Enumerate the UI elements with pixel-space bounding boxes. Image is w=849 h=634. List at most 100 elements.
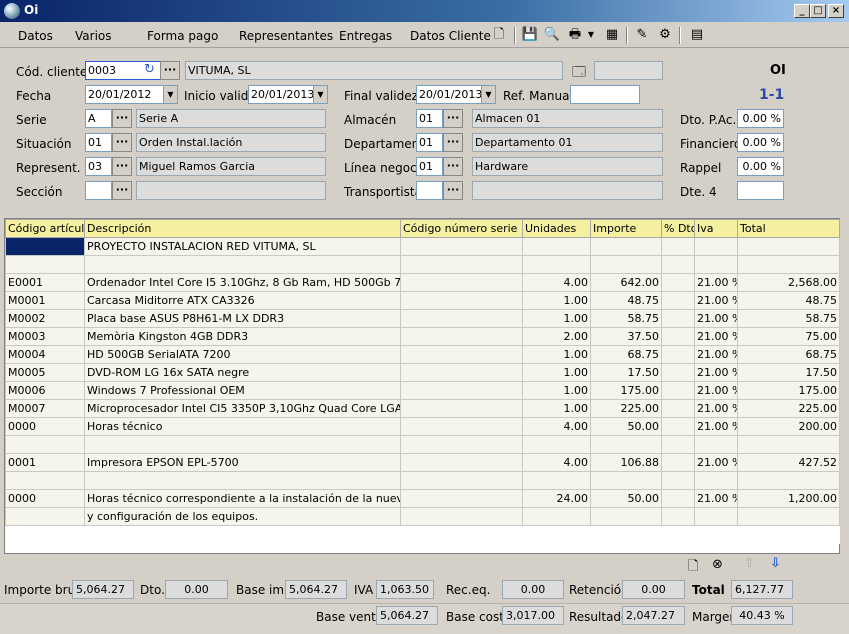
table-cell[interactable]: [522, 507, 591, 526]
table-cell[interactable]: [737, 507, 840, 526]
excel-export-icon[interactable]: ▦: [603, 27, 621, 43]
arrow-up-icon[interactable]: ⇧: [744, 556, 755, 571]
column-header[interactable]: Unidades: [522, 219, 591, 238]
table-row[interactable]: [5, 471, 840, 490]
table-row[interactable]: M0006 Windows 7 Professional OEM 1.00 175.0…: [5, 381, 840, 400]
table-cell[interactable]: [737, 435, 840, 454]
situacion-lookup-button[interactable]: ···: [112, 133, 132, 152]
menu-representantes[interactable]: Representantes: [239, 29, 333, 43]
table-row[interactable]: [5, 525, 840, 544]
table-cell[interactable]: [661, 381, 695, 400]
table-cell[interactable]: 175.00: [737, 381, 840, 400]
table-cell[interactable]: 48.75: [737, 291, 840, 310]
table-cell[interactable]: 225.00: [737, 399, 840, 418]
table-cell[interactable]: M0003: [5, 327, 85, 346]
table-cell[interactable]: 1.00: [522, 309, 591, 328]
dte4-input[interactable]: [737, 181, 784, 200]
table-cell[interactable]: [661, 291, 695, 310]
table-cell[interactable]: [661, 471, 695, 490]
table-cell[interactable]: [590, 471, 662, 490]
table-row[interactable]: M0002 Placa base ASUS P8H61-M LX DDR3 1.00…: [5, 309, 840, 328]
table-cell[interactable]: [84, 435, 401, 454]
table-cell[interactable]: M0007: [5, 399, 85, 418]
table-cell[interactable]: [694, 525, 738, 544]
table-row[interactable]: M0007 Microprocesador Intel CI5 3350P 3,1…: [5, 399, 840, 418]
table-cell[interactable]: 58.75: [737, 309, 840, 328]
table-cell[interactable]: 21.00 %: [694, 381, 738, 400]
table-cell[interactable]: [590, 237, 662, 256]
situacion-input[interactable]: 01: [85, 133, 112, 152]
table-cell[interactable]: [661, 309, 695, 328]
table-cell[interactable]: [694, 471, 738, 490]
table-cell[interactable]: 24.00: [522, 489, 591, 508]
table-cell[interactable]: [590, 525, 662, 544]
table-cell[interactable]: M0002: [5, 309, 85, 328]
table-row[interactable]: [5, 255, 840, 274]
dto-pac-input[interactable]: 0.00 %: [737, 109, 784, 128]
table-cell[interactable]: [737, 237, 840, 256]
table-cell[interactable]: 58.75: [590, 309, 662, 328]
table-cell[interactable]: 0000: [5, 489, 85, 508]
represent-input[interactable]: 03: [85, 157, 112, 176]
table-cell[interactable]: [5, 435, 85, 454]
departamento-input[interactable]: 01: [416, 133, 443, 152]
table-cell[interactable]: M0006: [5, 381, 85, 400]
table-cell[interactable]: Windows 7 Professional OEM: [84, 381, 401, 400]
table-cell[interactable]: Impresora EPSON EPL-5700: [84, 453, 401, 472]
new-document-icon[interactable]: 🗋: [490, 27, 508, 43]
table-cell[interactable]: [661, 417, 695, 436]
table-cell[interactable]: [590, 507, 662, 526]
table-cell[interactable]: M0004: [5, 345, 85, 364]
chevron-down-icon[interactable]: ▼: [163, 86, 177, 103]
table-row[interactable]: M0003 Memòria Kingston 4GB DDR3 2.00 37.50 2…: [5, 327, 840, 346]
column-header[interactable]: Total: [737, 219, 840, 238]
table-cell[interactable]: 0001: [5, 453, 85, 472]
table-cell[interactable]: 21.00 %: [694, 273, 738, 292]
print-preview-icon[interactable]: 🔍: [543, 27, 561, 43]
table-cell[interactable]: [522, 471, 591, 490]
table-cell[interactable]: 4.00: [522, 453, 591, 472]
table-cell[interactable]: 68.75: [590, 345, 662, 364]
table-cell[interactable]: [5, 255, 85, 274]
table-cell[interactable]: 1.00: [522, 345, 591, 364]
table-cell[interactable]: 48.75: [590, 291, 662, 310]
table-cell[interactable]: [661, 327, 695, 346]
table-cell[interactable]: 37.50: [590, 327, 662, 346]
ref-manual-input[interactable]: [570, 85, 640, 104]
table-cell[interactable]: [661, 237, 695, 256]
table-cell[interactable]: [522, 435, 591, 454]
table-cell[interactable]: [694, 237, 738, 256]
refresh-icon[interactable]: ↻: [144, 62, 155, 77]
table-cell[interactable]: [694, 507, 738, 526]
table-cell[interactable]: [590, 435, 662, 454]
table-cell[interactable]: 1,200.00: [737, 489, 840, 508]
new-line-icon[interactable]: 🗋: [688, 557, 698, 579]
table-cell[interactable]: 50.00: [590, 417, 662, 436]
table-row[interactable]: M0005 DVD-ROM LG 16x SATA negre 1.00 17.50 2…: [5, 363, 840, 382]
table-cell[interactable]: [400, 417, 523, 436]
table-cell[interactable]: [5, 525, 85, 544]
maximize-button[interactable]: □: [810, 4, 826, 18]
window-list-icon[interactable]: ▤: [688, 27, 706, 43]
represent-lookup-button[interactable]: ···: [112, 157, 132, 176]
table-cell[interactable]: [5, 471, 85, 490]
table-cell[interactable]: 2.00: [522, 327, 591, 346]
table-cell[interactable]: 68.75: [737, 345, 840, 364]
table-cell[interactable]: 17.50: [590, 363, 662, 382]
seccion-input[interactable]: [85, 181, 112, 200]
table-cell[interactable]: 106.88: [590, 453, 662, 472]
serie-lookup-button[interactable]: ···: [112, 109, 132, 128]
table-cell[interactable]: [400, 237, 523, 256]
table-cell[interactable]: 17.50: [737, 363, 840, 382]
wizard-icon[interactable]: ✎: [633, 27, 651, 43]
table-cell[interactable]: 21.00 %: [694, 363, 738, 382]
table-cell[interactable]: [661, 435, 695, 454]
linea-negocio-input[interactable]: 01: [416, 157, 443, 176]
close-button[interactable]: ×: [828, 4, 844, 18]
table-cell[interactable]: [661, 255, 695, 274]
column-header[interactable]: Importe: [590, 219, 662, 238]
table-cell[interactable]: [400, 489, 523, 508]
table-cell[interactable]: [661, 453, 695, 472]
table-cell[interactable]: 0000: [5, 417, 85, 436]
column-header[interactable]: Código número serie: [400, 219, 523, 238]
